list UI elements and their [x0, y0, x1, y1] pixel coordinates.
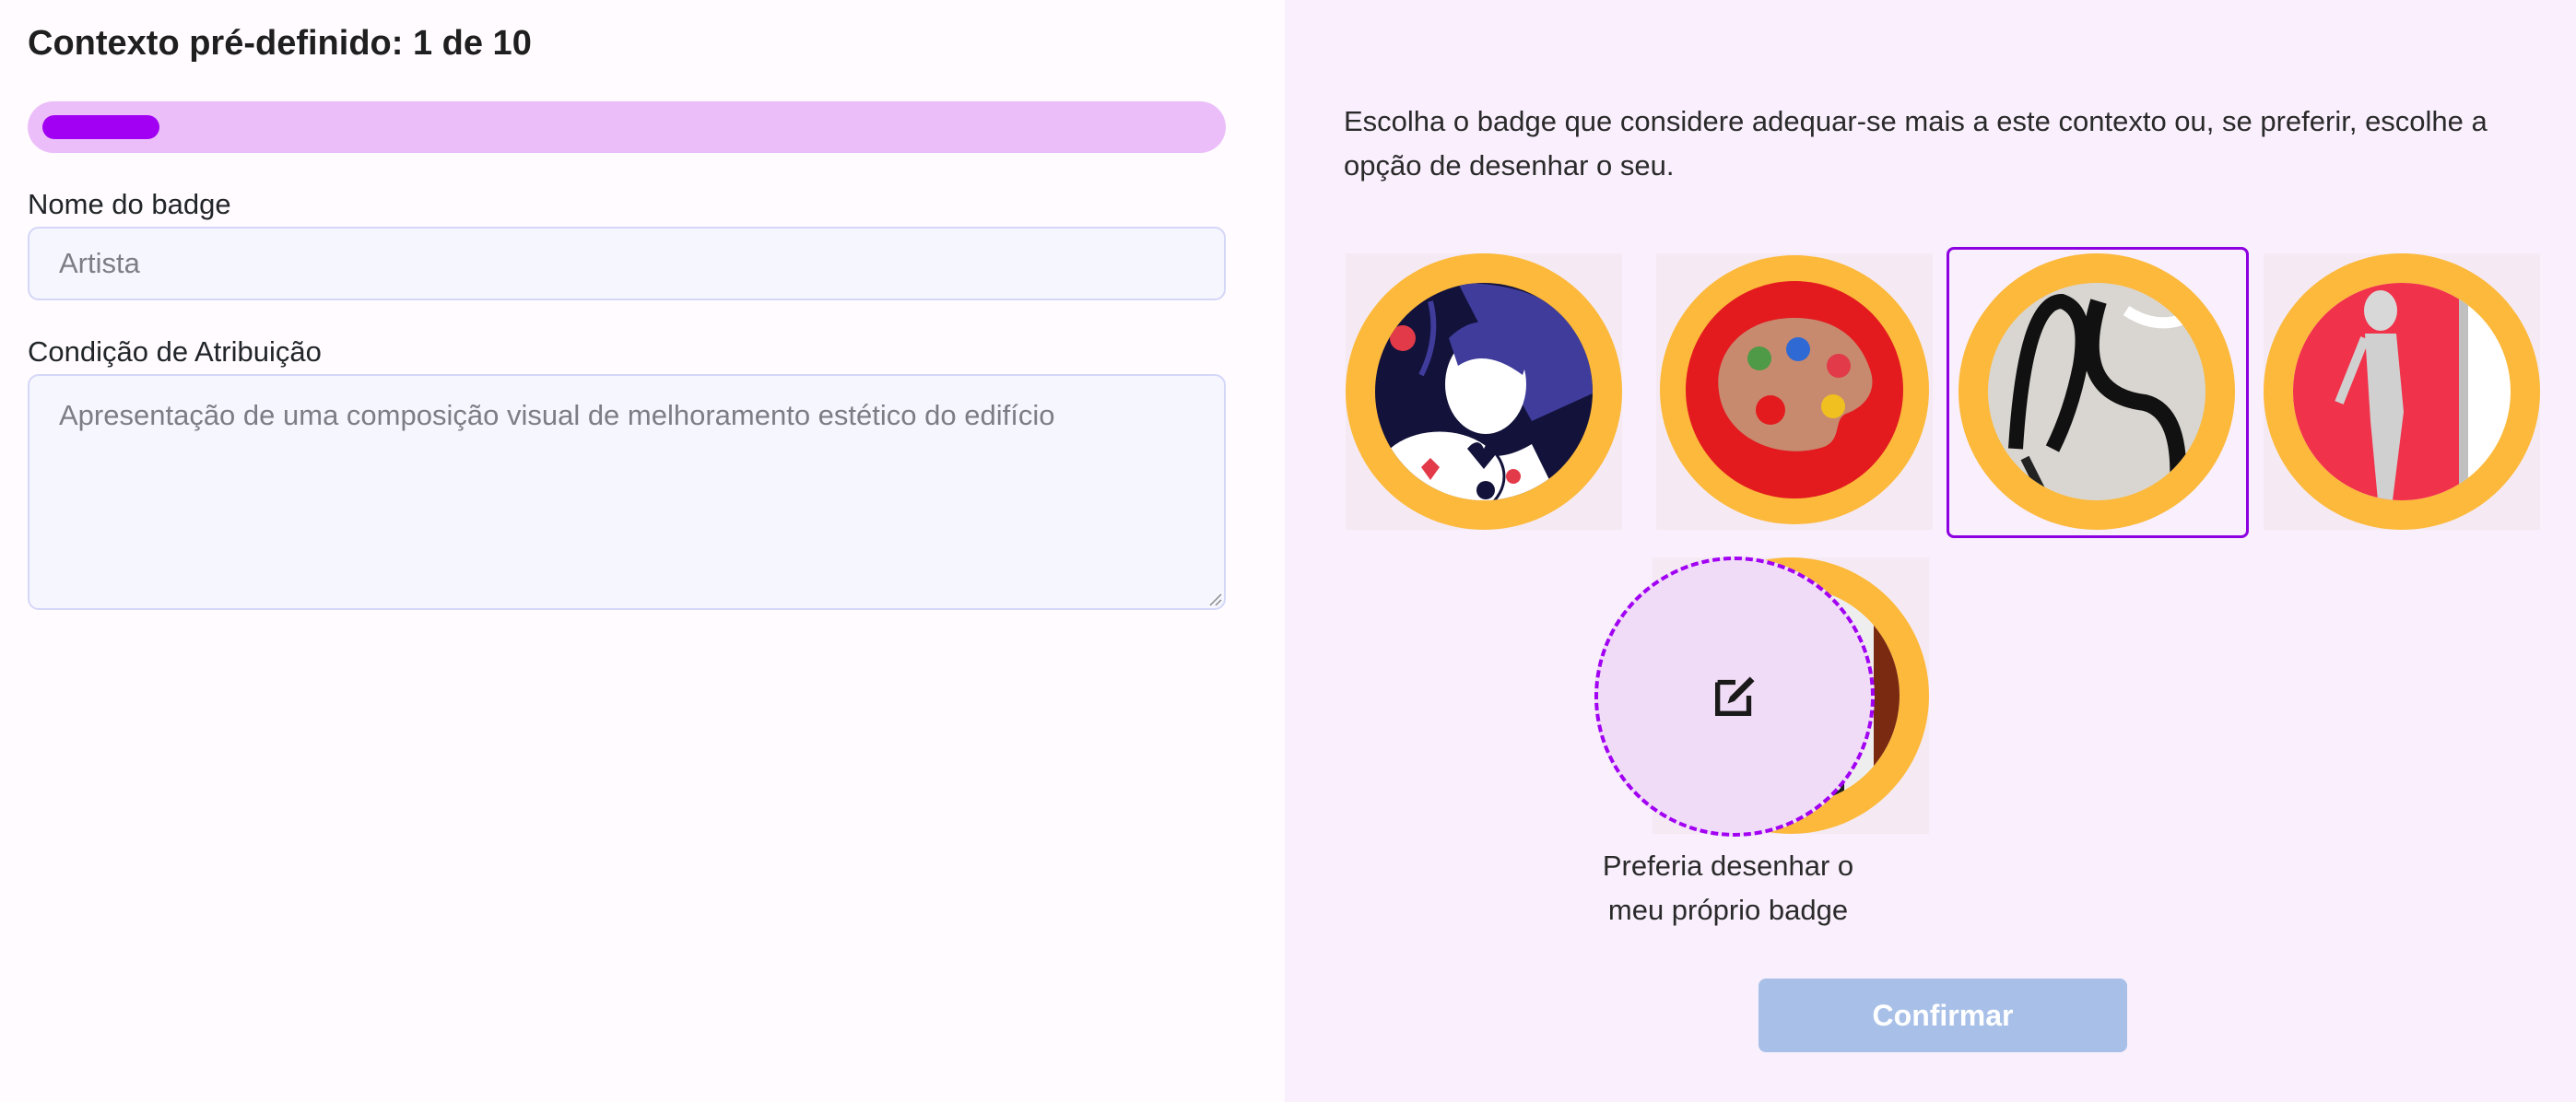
badge-option-1[interactable] [1346, 253, 1622, 530]
badge-option-4[interactable] [2264, 253, 2540, 530]
badge-picker-panel: Escolha o badge que considere adequar-se… [1285, 0, 2576, 1102]
draw-own-badge-button[interactable] [1594, 557, 1875, 837]
assignment-condition-textarea[interactable]: Apresentação de uma composição visual de… [28, 374, 1226, 610]
assignment-condition-label: Condição de Atribuição [28, 335, 322, 368]
badge-option-3-selected[interactable] [1947, 247, 2249, 538]
progress-fill [42, 115, 159, 139]
badge-selection-page: Contexto pré-definido: 1 de 10 Nome do b… [0, 0, 2576, 1102]
paint-palette-icon [1686, 281, 1903, 498]
context-form-panel: Contexto pré-definido: 1 de 10 Nome do b… [0, 0, 1285, 1102]
badge-option-2[interactable] [1656, 253, 1933, 530]
draw-own-badge-label: Preferia desenhar o meu próprio badge [1602, 850, 1854, 926]
badge-ring [1346, 253, 1622, 530]
badge-ring [1660, 255, 1929, 524]
badge-name-label: Nome do badge [28, 188, 231, 220]
resize-grip-icon[interactable] [1207, 592, 1222, 606]
red-figure-painting-icon [2293, 283, 2511, 500]
context-progress-bar [28, 101, 1226, 153]
confirm-button[interactable]: Confirmar [1759, 979, 2127, 1052]
edit-icon [1715, 676, 1755, 716]
abstract-brush-icon [1988, 283, 2205, 500]
badge-ring [1958, 253, 2235, 530]
badge-picker-instructions: Escolha o badge que considere adequar-se… [1344, 105, 2488, 182]
page-title: Contexto pré-definido: 1 de 10 [28, 24, 532, 63]
badge-name-input[interactable]: Artista [28, 227, 1226, 300]
badge-ring [2264, 253, 2540, 530]
artist-woman-icon [1375, 283, 1593, 500]
assignment-condition-placeholder: Apresentação de uma composição visual de… [59, 399, 1055, 431]
